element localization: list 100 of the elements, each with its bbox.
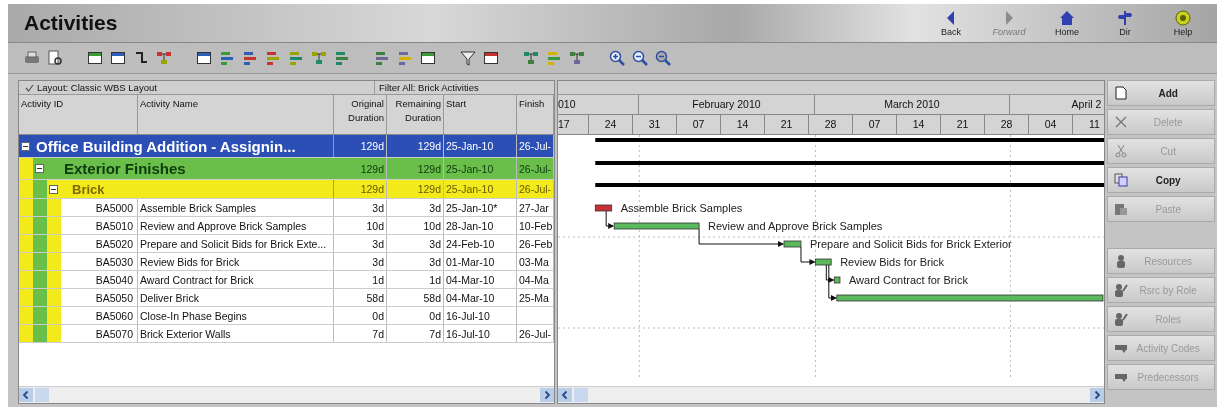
network-icon[interactable] [523,50,539,66]
print-preview-icon[interactable] [47,50,63,66]
week-header: 04 [1029,115,1073,134]
page-icon [1114,86,1129,100]
activity-id: BA5000 [94,201,134,214]
window-icon[interactable] [483,50,499,66]
table-cell: Assemble Brick Samples [138,199,334,216]
horizontal-scrollbar[interactable] [558,386,1105,403]
week-header: 24 [589,115,633,134]
month-header: February 2010 [639,95,815,114]
window-icon[interactable] [110,50,126,66]
table-cell: Close-In Phase Begins [138,307,334,324]
table-cell: Brick Exterior Walls [138,325,334,342]
window-title: Activities [24,11,118,35]
week-header: 31 [633,115,677,134]
action-button[interactable]: Add [1107,80,1215,106]
level-band [19,217,33,234]
collapse-icon[interactable] [49,184,58,194]
table-cell: 16-Jul-10 [444,307,517,324]
column-header[interactable]: Remaining Duration [387,95,444,134]
table-cell: 25-Jan-10 [444,180,517,198]
bar-chart-icon[interactable] [546,50,562,66]
bar-chart-icon[interactable] [242,50,258,66]
nav-home-button[interactable]: Home [1041,7,1093,39]
layout-selector[interactable]: Layout: Classic WBS Layout [19,81,375,94]
collapse-icon[interactable] [21,141,30,151]
week-header: 07 [853,115,897,134]
bar-chart-icon[interactable] [397,50,413,66]
week-header: 28 [809,115,853,134]
activity-id: BA5010 [94,219,134,232]
window-icon[interactable] [196,50,212,66]
bar-chart-icon[interactable] [334,50,350,66]
scroll-thumb[interactable] [35,388,49,402]
horizontal-scrollbar[interactable] [19,386,554,403]
network-icon[interactable] [311,50,327,66]
level-band [33,253,47,270]
nav-back-button[interactable]: Back [925,7,977,39]
activity-id: BA5070 [94,327,134,340]
column-header[interactable]: Finish [517,95,554,134]
scroll-right-icon[interactable] [1090,388,1105,402]
scroll-thumb[interactable] [574,388,588,402]
table-cell: 26-Jul- [517,325,554,342]
month-header: March 2010 [815,95,1010,114]
table-cell: 129d [334,135,387,157]
table-cell: 10-Feb [517,217,554,234]
zoom-in-icon[interactable] [609,50,625,66]
level-band [19,307,33,324]
people-icon [1114,283,1129,297]
scroll-right-icon[interactable] [540,388,554,402]
network-icon[interactable] [569,50,585,66]
activity-id: BA5040 [94,273,134,286]
table-cell: 04-Ma [517,271,554,288]
table-cell: 25-Jan-10* [444,199,517,216]
action-button[interactable]: Copy [1107,167,1215,193]
help-icon [1175,9,1191,26]
bar-chart-icon[interactable] [288,50,304,66]
table-cell: 129d [387,158,444,179]
activity-id: BA5060 [94,309,134,322]
column-header[interactable]: Original Duration [334,95,387,134]
zoom-fit-icon[interactable] [655,50,671,66]
nav-dir-button[interactable]: Dir [1099,7,1151,39]
filter-icon[interactable] [460,50,476,66]
bar-chart-icon[interactable] [219,50,235,66]
table-cell: Prepare and Solicit Bids for Brick Exte... [138,235,334,252]
level-band [19,235,33,252]
nav-help-button[interactable]: Help [1157,7,1209,39]
wbs-row[interactable]: Exterior Finishes [19,158,334,179]
level-band [33,289,47,306]
activity-bar[interactable] [815,258,832,266]
zoom-out-icon[interactable] [632,50,648,66]
column-header[interactable]: Activity Name [138,95,334,134]
window-icon[interactable] [87,50,103,66]
wbs-row[interactable]: Office Building Addition - Assignin... [19,135,334,157]
column-header[interactable]: Activity ID [19,95,138,134]
level-band [19,325,33,342]
bar-label: Assemble Brick Samples [620,202,743,214]
scroll-left-icon[interactable] [558,388,572,402]
bar-chart-icon[interactable] [374,50,390,66]
collapse-icon[interactable] [35,164,44,173]
window-icon[interactable] [420,50,436,66]
activity-bar[interactable] [594,204,613,212]
table-cell: 26-Feb [517,235,554,252]
table-cell: 26-Jul- [517,158,554,179]
table-cell: Award Contract for Brick [138,271,334,288]
activity-bar[interactable] [833,276,841,284]
week-header: 14 [897,115,941,134]
signpost-icon [1117,9,1133,26]
table-cell: 24-Feb-10 [444,235,517,252]
column-header[interactable]: Start [444,95,517,134]
bar-chart-icon[interactable] [265,50,281,66]
table-cell: 129d [334,180,387,198]
scroll-left-icon[interactable] [19,388,33,402]
level-band [19,199,33,216]
table-cell: 27-Jar [517,199,554,216]
network-icon[interactable] [156,50,172,66]
wbs-name: Exterior Finishes [64,160,186,177]
week-header: 07 [677,115,721,134]
activity-id: BA5020 [94,237,134,250]
table-cell: 25-Jan-10 [444,135,517,157]
printer-icon[interactable] [24,50,40,66]
